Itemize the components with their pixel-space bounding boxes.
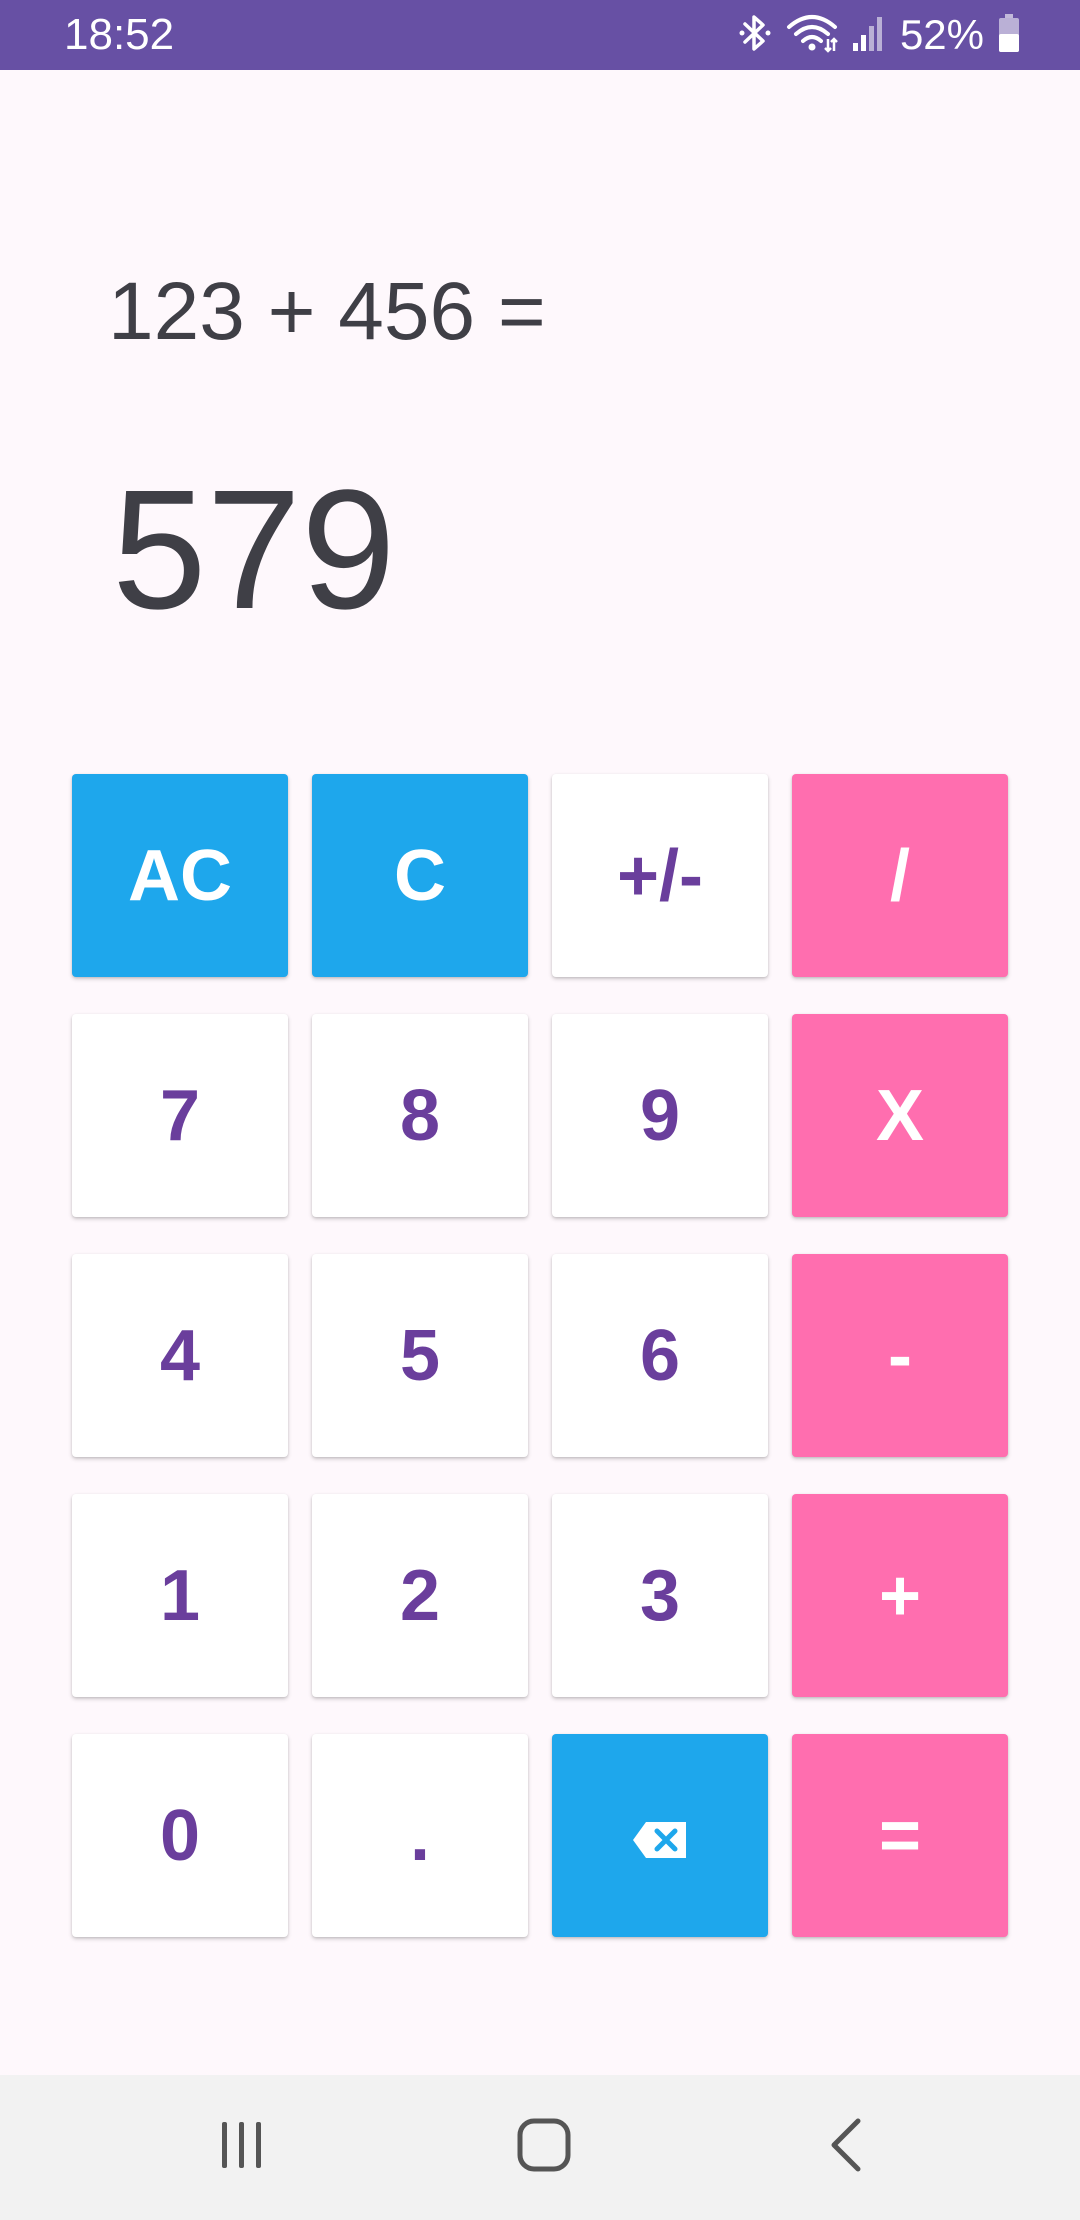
decimal-button[interactable]: . bbox=[312, 1734, 528, 1937]
backspace-icon bbox=[632, 1795, 688, 1877]
home-button[interactable] bbox=[444, 2075, 644, 2220]
recents-button[interactable] bbox=[142, 2075, 342, 2220]
digit-7-button[interactable]: 7 bbox=[72, 1014, 288, 1217]
subtract-button[interactable]: - bbox=[792, 1254, 1008, 1457]
digit-0-button[interactable]: 0 bbox=[72, 1734, 288, 1937]
result-display: 579 bbox=[112, 455, 396, 645]
digit-4-button[interactable]: 4 bbox=[72, 1254, 288, 1457]
digit-6-button[interactable]: 6 bbox=[552, 1254, 768, 1457]
all-clear-button[interactable]: AC bbox=[72, 774, 288, 977]
battery-icon bbox=[998, 13, 1020, 58]
battery-percent: 52% bbox=[899, 11, 984, 58]
toggle-sign-button[interactable]: +/- bbox=[552, 774, 768, 977]
wifi-icon bbox=[786, 13, 838, 58]
keypad: AC C +/- / 7 8 9 X 4 5 6 - 1 2 3 + 0 . = bbox=[72, 774, 1008, 1937]
home-icon bbox=[516, 2117, 572, 2178]
clear-button[interactable]: C bbox=[312, 774, 528, 977]
navigation-bar bbox=[0, 2075, 1080, 2220]
digit-8-button[interactable]: 8 bbox=[312, 1014, 528, 1217]
multiply-button[interactable]: X bbox=[792, 1014, 1008, 1217]
digit-5-button[interactable]: 5 bbox=[312, 1254, 528, 1457]
divide-button[interactable]: / bbox=[792, 774, 1008, 977]
status-bar: 18:52 52% bbox=[0, 0, 1080, 70]
status-icons: 52% bbox=[738, 10, 1020, 60]
bluetooth-icon bbox=[738, 13, 772, 58]
backspace-button[interactable] bbox=[552, 1734, 768, 1937]
digit-3-button[interactable]: 3 bbox=[552, 1494, 768, 1697]
digit-9-button[interactable]: 9 bbox=[552, 1014, 768, 1217]
digit-1-button[interactable]: 1 bbox=[72, 1494, 288, 1697]
expression-display: 123 + 456 = bbox=[108, 266, 546, 357]
signal-icon bbox=[852, 13, 886, 58]
recents-icon bbox=[218, 2119, 266, 2176]
status-time: 18:52 bbox=[64, 10, 175, 59]
back-icon bbox=[826, 2117, 866, 2178]
add-button[interactable]: + bbox=[792, 1494, 1008, 1697]
back-button[interactable] bbox=[746, 2075, 946, 2220]
equals-button[interactable]: = bbox=[792, 1734, 1008, 1937]
digit-2-button[interactable]: 2 bbox=[312, 1494, 528, 1697]
